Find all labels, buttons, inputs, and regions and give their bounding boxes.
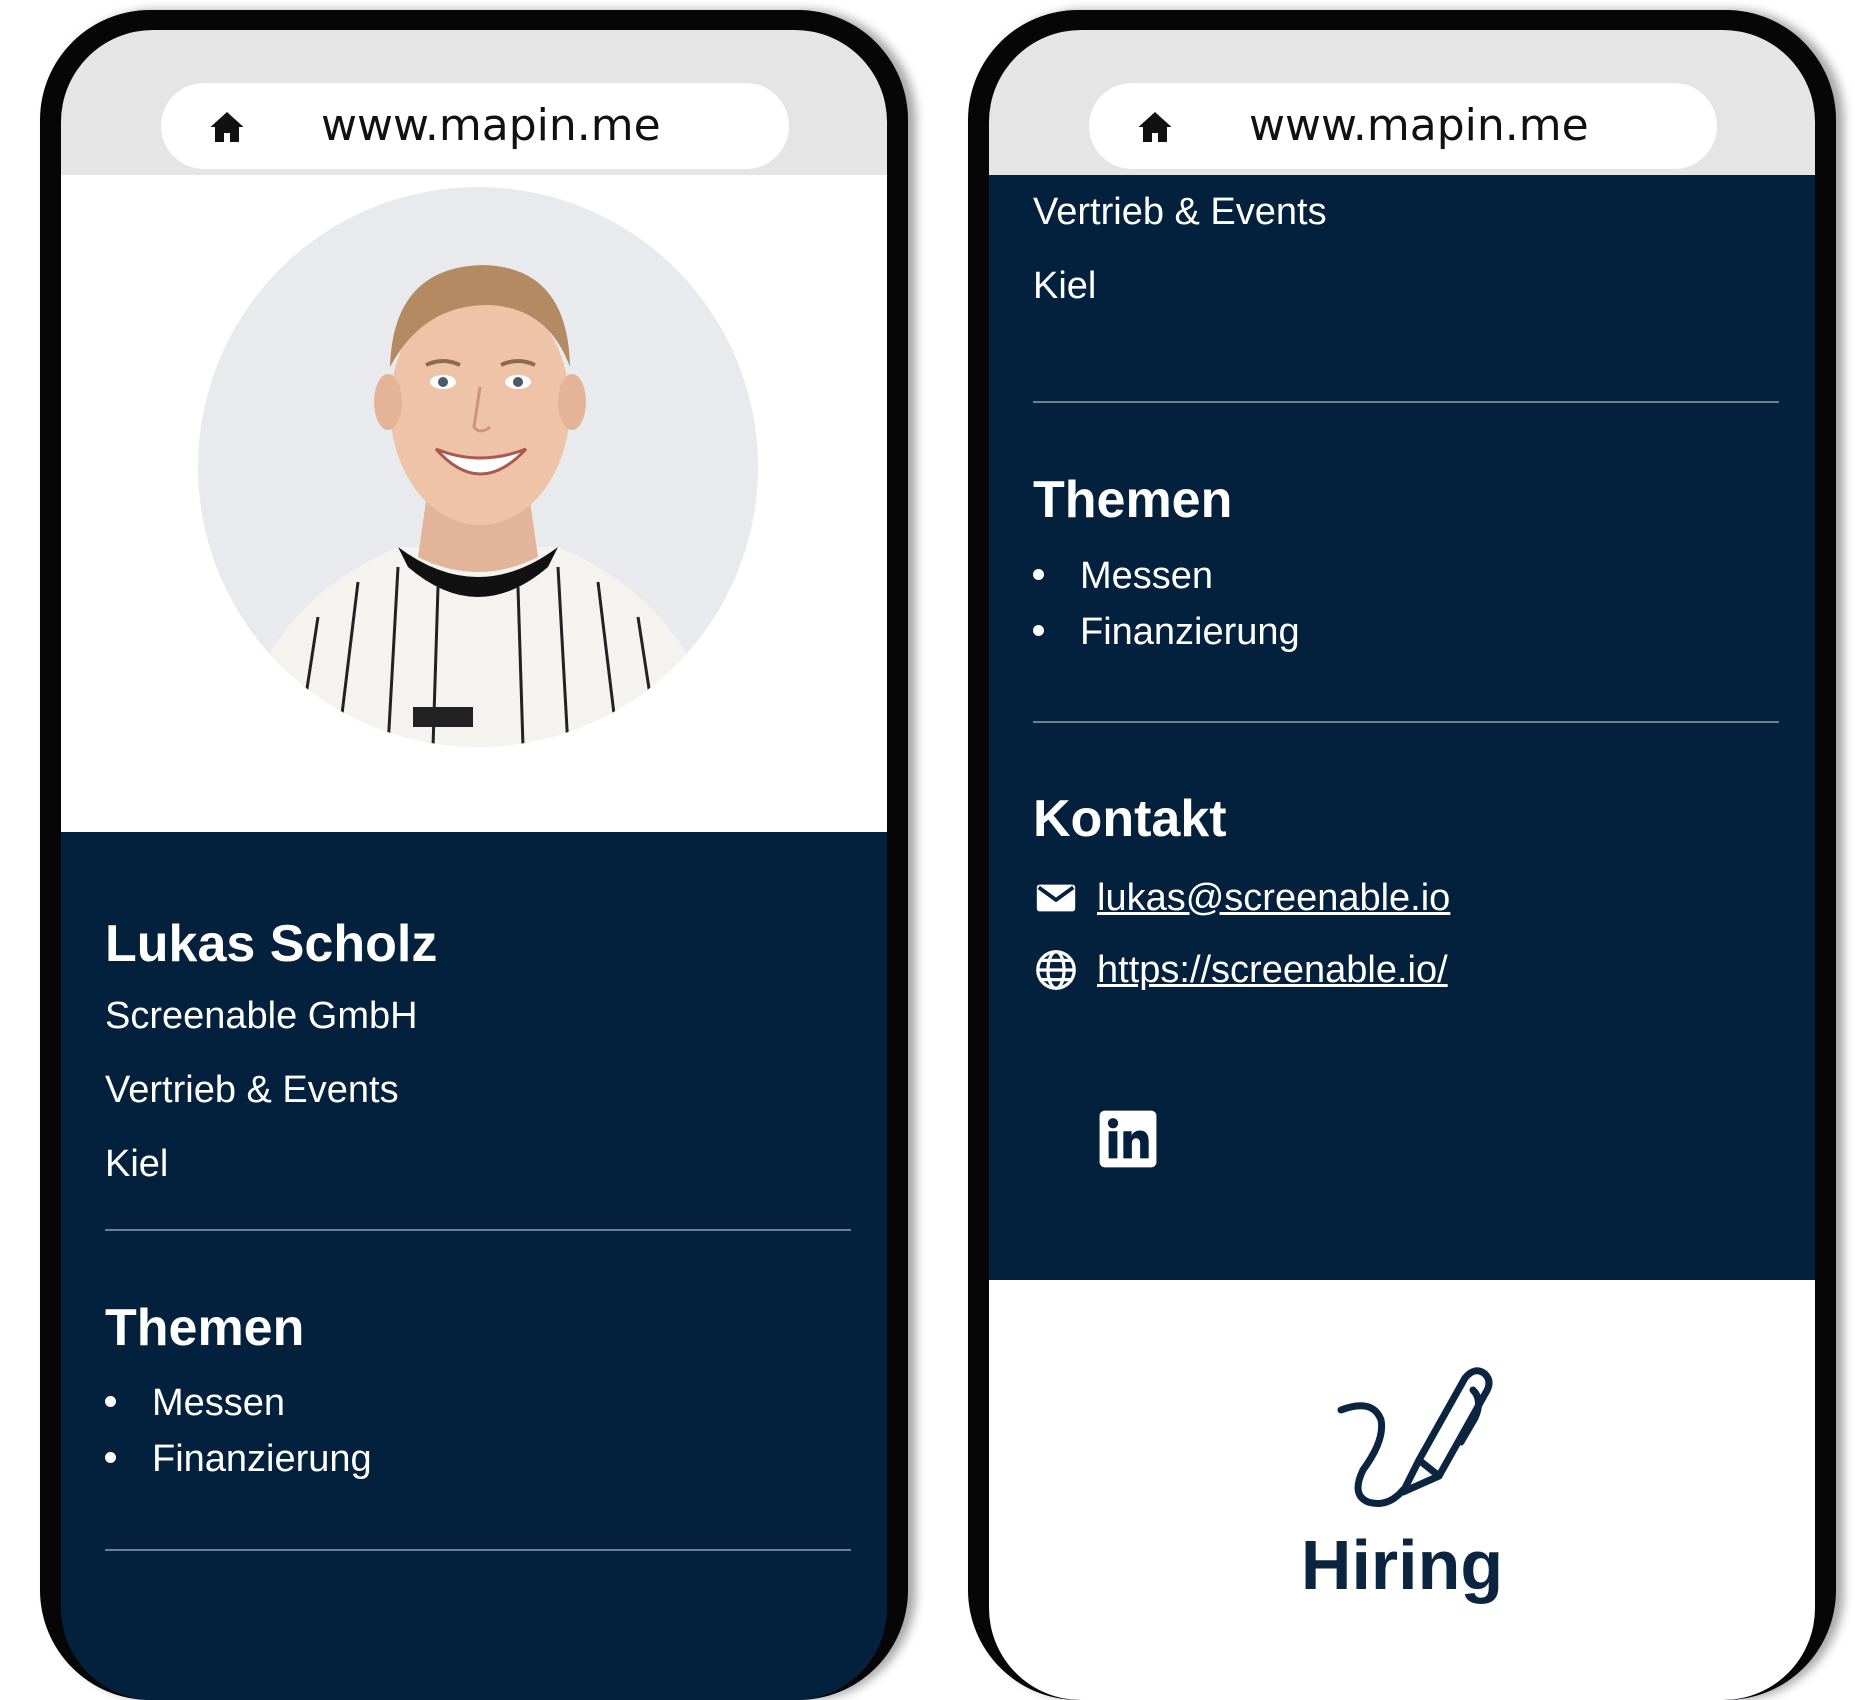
home-icon[interactable]: [209, 109, 245, 145]
divider: [1033, 401, 1779, 403]
topic-label: Finanzierung: [1080, 611, 1300, 653]
profile-photo-area: [61, 175, 887, 832]
pen-icon: [1337, 1367, 1493, 1507]
email-link[interactable]: lukas@screenable.io: [1097, 877, 1450, 920]
browser-bar: www.mapin.me: [989, 30, 1815, 175]
bullet-icon: [1033, 625, 1044, 637]
hiring-section[interactable]: Hiring: [989, 1280, 1815, 1700]
home-icon[interactable]: [1137, 109, 1173, 145]
profile-role: Vertrieb & Events: [105, 1069, 399, 1111]
profile-city: Kiel: [105, 1143, 169, 1185]
url-bar[interactable]: www.mapin.me: [161, 83, 789, 169]
bullet-icon: [105, 1396, 116, 1408]
divider: [105, 1549, 851, 1551]
bullet-icon: [105, 1452, 116, 1464]
topic-item: Messen: [1033, 555, 1213, 598]
profile-company: Screenable GmbH: [105, 995, 418, 1037]
topic-item: Finanzierung: [105, 1438, 372, 1481]
website-link[interactable]: https://screenable.io/: [1097, 949, 1448, 992]
phone-left: www.mapin.me Lukas Scholz Screenable Gmb…: [40, 10, 908, 1700]
screen-right: www.mapin.me Vertrieb & Events Kiel Them…: [989, 30, 1815, 1700]
url-text: www.mapin.me: [1249, 100, 1589, 151]
profile-info-panel: Lukas Scholz Screenable GmbH Vertrieb & …: [61, 832, 887, 1700]
hiring-label: Hiring: [1300, 1526, 1504, 1604]
topic-item: Finanzierung: [1033, 611, 1300, 654]
url-bar[interactable]: www.mapin.me: [1089, 83, 1717, 169]
browser-bar: www.mapin.me: [61, 30, 887, 175]
linkedin-icon[interactable]: [1095, 1108, 1161, 1170]
globe-icon: [1036, 950, 1076, 990]
profile-info-panel-scrolled: Vertrieb & Events Kiel Themen Messen Fin…: [989, 175, 1815, 1280]
divider: [1033, 721, 1779, 723]
bullet-icon: [1033, 569, 1044, 581]
contact-website-row: https://screenable.io/: [1033, 947, 1448, 993]
phone-right: www.mapin.me Vertrieb & Events Kiel Them…: [968, 10, 1836, 1700]
screen-left: www.mapin.me Lukas Scholz Screenable Gmb…: [61, 30, 887, 1700]
avatar: [198, 187, 758, 747]
contact-email-row: lukas@screenable.io: [1033, 875, 1450, 921]
topic-item: Messen: [105, 1382, 285, 1425]
topics-title: Themen: [1033, 471, 1233, 529]
topic-label: Messen: [152, 1382, 286, 1424]
url-text: www.mapin.me: [321, 100, 661, 151]
contact-title: Kontakt: [1033, 790, 1227, 848]
topics-title: Themen: [105, 1299, 305, 1357]
profile-role: Vertrieb & Events: [1033, 191, 1327, 233]
divider: [105, 1229, 851, 1231]
profile-city: Kiel: [1033, 265, 1097, 307]
mail-icon: [1036, 884, 1076, 912]
profile-name: Lukas Scholz: [105, 915, 438, 973]
topic-label: Messen: [1080, 555, 1214, 597]
topic-label: Finanzierung: [152, 1438, 372, 1480]
